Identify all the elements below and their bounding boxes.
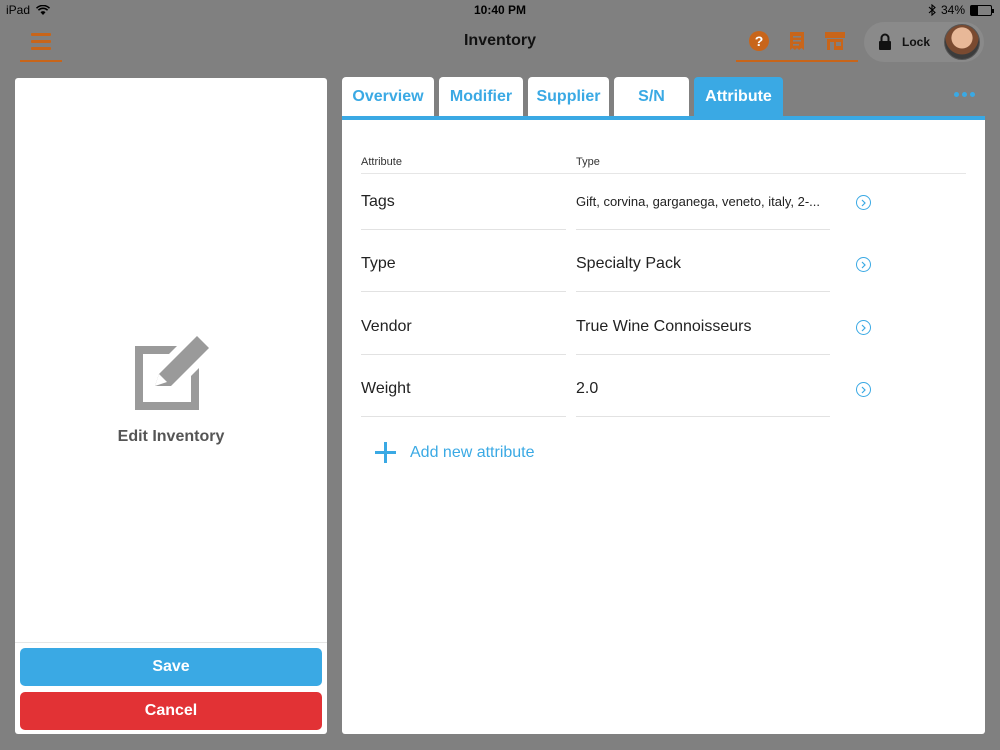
tab-overview[interactable]: Overview	[342, 77, 434, 117]
receipt-button[interactable]	[786, 30, 808, 52]
plus-icon	[375, 442, 396, 463]
tab-bar: Overview Modifier Supplier S/N Attribute	[342, 77, 783, 117]
edit-title: Edit Inventory	[117, 428, 225, 445]
more-options-icon[interactable]	[954, 92, 975, 97]
edit-panel: Edit Inventory Save Cancel	[15, 78, 327, 734]
battery-icon	[970, 4, 994, 16]
header-type: Type	[576, 156, 600, 168]
status-bar: iPad 10:40 PM 34%	[0, 0, 1000, 20]
attribute-name[interactable]: Vendor	[361, 299, 566, 355]
attribute-name[interactable]: Type	[361, 236, 566, 292]
nav-bar: Inventory ? Lock	[0, 20, 1000, 64]
table-header: Attribute Type	[361, 154, 966, 174]
edit-placeholder: Edit Inventory	[15, 78, 327, 642]
lock-icon	[879, 33, 891, 50]
attribute-value[interactable]: True Wine Connoisseurs	[576, 299, 830, 355]
table-row: Vendor True Wine Connoisseurs	[361, 299, 966, 361]
lock-button[interactable]: Lock	[864, 22, 984, 62]
divider	[15, 642, 327, 643]
edit-icon	[135, 336, 209, 410]
store-icon	[825, 32, 845, 50]
attribute-value[interactable]: Gift, corvina, garganega, veneto, italy,…	[576, 174, 830, 230]
add-attribute-label: Add new attribute	[410, 443, 535, 461]
attribute-value[interactable]: 2.0	[576, 361, 830, 417]
table-row: Weight 2.0	[361, 361, 966, 423]
nav-action-group: ?	[736, 22, 858, 62]
attribute-panel: Attribute Type Tags Gift, corvina, garga…	[342, 116, 985, 734]
help-button[interactable]: ?	[748, 30, 770, 52]
table-row: Type Specialty Pack	[361, 236, 966, 298]
attribute-name[interactable]: Tags	[361, 174, 566, 230]
status-time: 10:40 PM	[473, 3, 527, 17]
attribute-value[interactable]: Specialty Pack	[576, 236, 830, 292]
header-attribute: Attribute	[361, 156, 402, 168]
store-button[interactable]	[824, 30, 846, 52]
chevron-right-icon[interactable]	[856, 320, 871, 335]
add-attribute-button[interactable]: Add new attribute	[375, 442, 535, 463]
help-icon: ?	[749, 31, 769, 51]
tab-modifier[interactable]: Modifier	[439, 77, 523, 117]
table-row: Tags Gift, corvina, garganega, veneto, i…	[361, 174, 966, 236]
cancel-button[interactable]: Cancel	[20, 692, 322, 730]
chevron-right-icon[interactable]	[856, 257, 871, 272]
lock-label: Lock	[902, 35, 931, 49]
bluetooth-icon	[928, 4, 936, 16]
battery-percent: 34%	[940, 3, 965, 17]
tab-sn[interactable]: S/N	[614, 77, 689, 117]
chevron-right-icon[interactable]	[856, 195, 871, 210]
chevron-right-icon[interactable]	[856, 382, 871, 397]
user-avatar[interactable]	[944, 24, 980, 60]
save-button[interactable]: Save	[20, 648, 322, 686]
receipt-icon	[790, 32, 804, 50]
attribute-name[interactable]: Weight	[361, 361, 566, 417]
tab-supplier[interactable]: Supplier	[528, 77, 609, 117]
tab-attribute[interactable]: Attribute	[694, 77, 783, 117]
